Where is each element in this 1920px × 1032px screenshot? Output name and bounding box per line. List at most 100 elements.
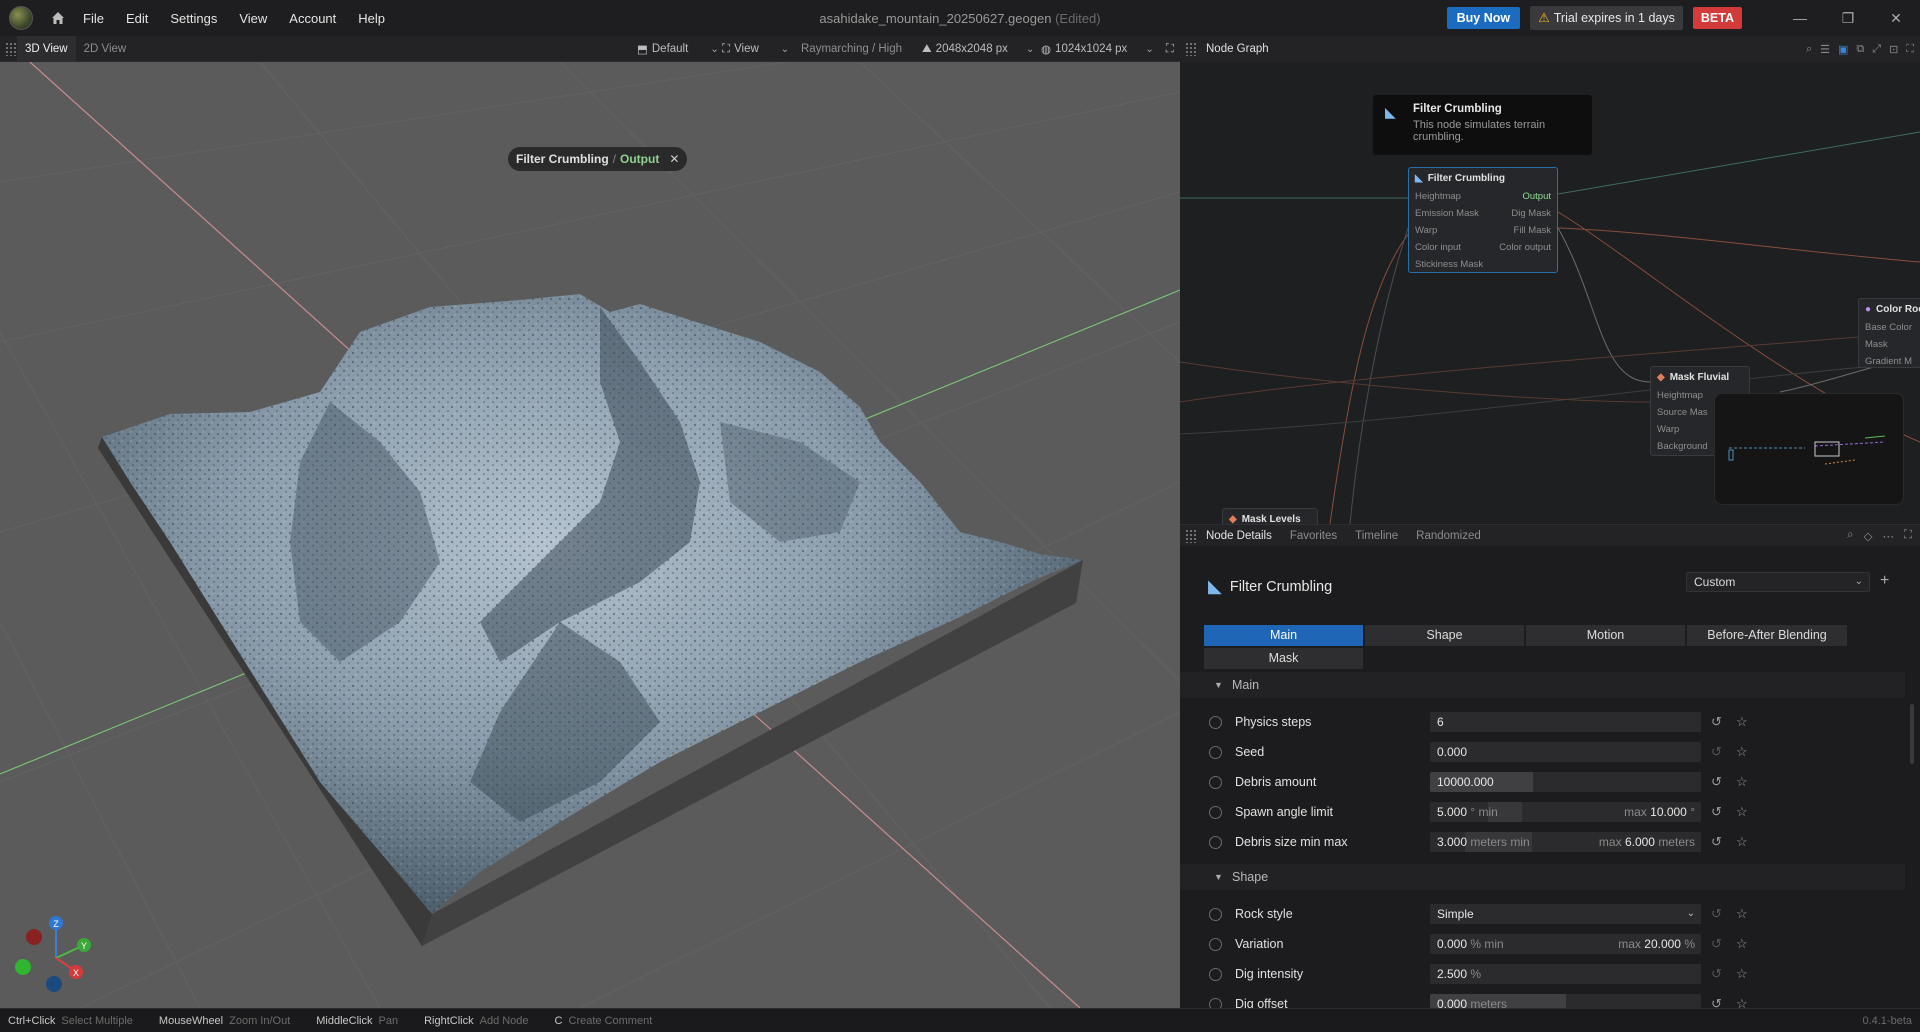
tab-favorites[interactable]: Favorites [1290,530,1337,542]
home-icon[interactable] [49,9,67,27]
input-port-source-mask[interactable]: Source Mas [1657,407,1708,418]
reset-icon[interactable]: ↺ [1711,907,1725,921]
add-preset-icon[interactable]: + [1880,572,1889,590]
input-port-base-color[interactable]: Base Color [1865,322,1912,333]
output-port-fill-mask[interactable]: Fill Mask [1514,225,1551,236]
debris-size-range[interactable]: 3.000 meters min max 6.000 meters [1430,832,1701,852]
input-port-warp[interactable]: Warp [1415,225,1437,236]
port-row[interactable]: Heightmap Output [1409,188,1557,205]
tab-node-details[interactable]: Node Details [1206,530,1272,542]
reset-icon[interactable]: ↺ [1711,997,1725,1009]
output-port-color-output[interactable]: Color output [1499,242,1551,253]
input-port-background[interactable]: Background [1657,441,1708,452]
favorite-star-icon[interactable]: ☆ [1736,774,1748,790]
tab-shape[interactable]: Shape [1365,625,1524,646]
input-port-gradient[interactable]: Gradient M [1865,356,1912,367]
reset-icon[interactable]: ↺ [1711,775,1725,789]
expose-toggle[interactable] [1209,715,1222,729]
search-icon[interactable]: ⌕ [1806,43,1812,56]
port-row[interactable]: Color input Color output [1409,239,1557,256]
tag-icon[interactable]: ◇ [1864,529,1873,543]
reset-icon[interactable]: ↺ [1711,967,1725,981]
viewport-3d[interactable]: Filter Crumbling / Output ✕ Z Y X [0,62,1180,1008]
preset-select[interactable]: Custom ⌄ [1686,572,1870,592]
tab-randomized[interactable]: Randomized [1416,530,1481,542]
favorite-star-icon[interactable]: ☆ [1736,906,1748,922]
input-port-color-input[interactable]: Color input [1415,242,1461,253]
favorite-star-icon[interactable]: ☆ [1736,714,1748,730]
menu-view[interactable]: View [239,11,267,26]
mask-levels-node[interactable]: ◆ Mask Levels [1222,508,1318,524]
input-port-mask[interactable]: Mask [1865,339,1888,350]
fullscreen-icon[interactable]: ⛶ [1166,43,1174,56]
close-icon[interactable]: ✕ [669,152,679,166]
tab-before-after-blending[interactable]: Before-After Blending [1687,625,1847,646]
port-row[interactable]: Gradient M [1859,353,1920,370]
details-scrollbar[interactable] [1909,676,1915,1006]
minimize-icon[interactable]: — [1776,0,1824,36]
physics-steps-input[interactable]: 6 [1430,712,1701,732]
fullscreen-icon[interactable]: ⛶ [1904,529,1912,543]
favorite-star-icon[interactable]: ☆ [1736,744,1748,760]
port-row[interactable]: Emission Mask Dig Mask [1409,205,1557,222]
menu-account[interactable]: Account [289,11,336,26]
seed-input[interactable]: 0.000 [1430,742,1701,762]
spawn-angle-range[interactable]: 5.000 ° min max 10.000 ° [1430,802,1701,822]
menu-edit[interactable]: Edit [126,11,148,26]
favorite-star-icon[interactable]: ☆ [1736,966,1748,982]
reset-icon[interactable]: ↺ [1711,805,1725,819]
list-icon[interactable]: ☰ [1820,43,1830,56]
menu-file[interactable]: File [83,11,104,26]
port-row[interactable]: Stickiness Mask [1409,256,1557,273]
drag-handle-icon[interactable] [1185,42,1197,56]
menu-help[interactable]: Help [358,11,385,26]
drag-handle-icon[interactable] [5,41,17,56]
layout-icon[interactable]: ▣ [1838,43,1848,56]
reset-icon[interactable]: ↺ [1711,835,1725,849]
tab-main[interactable]: Main [1204,625,1363,646]
fit-view-icon[interactable]: ⤢ [1872,43,1881,56]
tab-3d-view[interactable]: 3D View [17,35,76,62]
dig-intensity-slider[interactable]: 2.500 % [1430,964,1701,984]
camera-select[interactable]: ⬒ Default ⌄ [637,36,719,62]
input-port-emission-mask[interactable]: Emission Mask [1415,208,1479,219]
filter-crumbling-node[interactable]: ◣ Filter Crumbling Heightmap Output Emiss… [1408,167,1558,273]
expose-toggle[interactable] [1209,805,1222,819]
section-shape-header[interactable]: ▼ Shape [1180,864,1905,890]
tab-2d-view[interactable]: 2D View [76,36,135,62]
expose-toggle[interactable] [1209,745,1222,759]
favorite-star-icon[interactable]: ☆ [1736,996,1748,1008]
close-icon[interactable]: ✕ [1872,0,1920,36]
maximize-icon[interactable]: ❐ [1824,0,1872,36]
texture-resolution-select[interactable]: ◍ 1024x1024 px ⌄ ⛶ [1041,36,1174,62]
reset-icon[interactable]: ↺ [1711,937,1725,951]
expose-toggle[interactable] [1209,775,1222,789]
tab-mask[interactable]: Mask [1204,648,1363,669]
input-port-heightmap[interactable]: Heightmap [1657,390,1703,401]
view-select[interactable]: ⛶ View ⌄ [722,36,789,62]
favorite-star-icon[interactable]: ☆ [1736,804,1748,820]
search-icon[interactable]: ⌕ [1847,529,1853,543]
input-port-stickiness-mask[interactable]: Stickiness Mask [1415,259,1483,270]
output-port-dig-mask[interactable]: Dig Mask [1511,208,1551,219]
port-row[interactable]: Base Color [1859,319,1920,336]
port-row[interactable]: Warp Fill Mask [1409,222,1557,239]
expose-toggle[interactable] [1209,937,1222,951]
more-icon[interactable]: ⋯ [1882,529,1894,543]
expose-toggle[interactable] [1209,835,1222,849]
reset-icon[interactable]: ↺ [1711,745,1725,759]
fullscreen-icon[interactable]: ⛶ [1906,43,1914,56]
input-port-warp[interactable]: Warp [1657,424,1679,435]
output-port-output[interactable]: Output [1522,191,1551,202]
trial-badge[interactable]: ⚠ Trial expires in 1 days [1530,6,1683,30]
expose-toggle[interactable] [1209,967,1222,981]
drag-handle-icon[interactable] [1185,528,1197,543]
scrollbar-thumb[interactable] [1910,704,1914,764]
tab-motion[interactable]: Motion [1526,625,1685,646]
heightmap-resolution-select[interactable]: ⛰ 2048x2048 px ⌄ [922,36,1034,62]
section-main-header[interactable]: ▼ Main [1180,672,1905,698]
tab-timeline[interactable]: Timeline [1355,530,1398,542]
render-mode[interactable]: Raymarching / High [801,36,902,62]
expose-toggle[interactable] [1209,997,1222,1008]
favorite-star-icon[interactable]: ☆ [1736,936,1748,952]
